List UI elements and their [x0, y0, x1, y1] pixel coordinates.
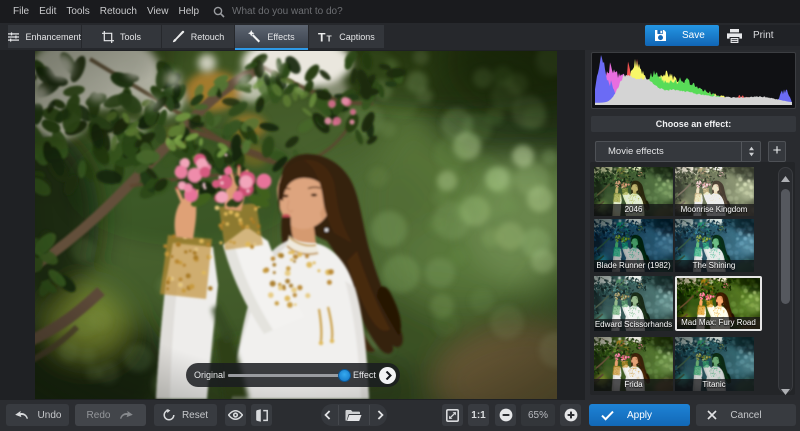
svg-text:T: T [327, 33, 333, 42]
svg-text:T: T [318, 31, 326, 43]
